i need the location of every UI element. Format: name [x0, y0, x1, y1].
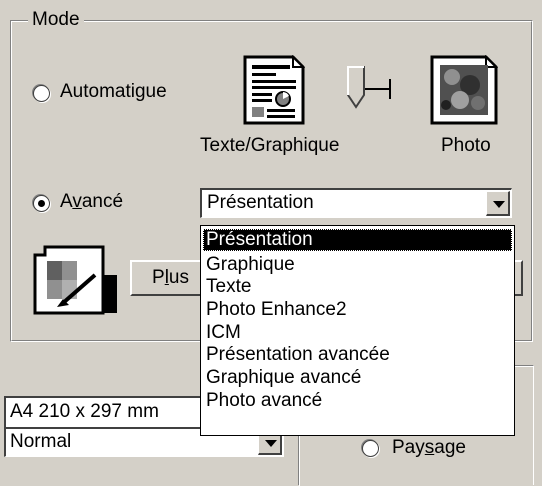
slider-icon[interactable]: [340, 65, 410, 115]
dropdown-option[interactable]: Présentation: [203, 229, 512, 251]
dropdown-option[interactable]: Texte: [203, 276, 512, 298]
dropdown-option[interactable]: Graphique avancé: [203, 367, 512, 389]
mode-combo[interactable]: Présentation: [200, 188, 512, 218]
paint-brush-icon[interactable]: [33, 245, 121, 315]
mode-combo-value: Présentation: [207, 192, 314, 213]
paper-size-value: A4 210 x 297 mm: [10, 401, 159, 422]
document-icon[interactable]: [243, 54, 306, 125]
automatique-label[interactable]: Automatigue: [60, 81, 167, 103]
dropdown-option[interactable]: Photo avancé: [203, 390, 512, 412]
mode-legend: Mode: [28, 8, 84, 32]
radio-paysage[interactable]: [362, 440, 379, 457]
radio-selected-dot: [38, 200, 45, 207]
combo-dropdown-button[interactable]: [486, 191, 510, 216]
avance-label[interactable]: Avancé: [60, 191, 123, 213]
mode-dropdown-list[interactable]: Présentation Graphique Texte Photo Enhan…: [200, 225, 515, 436]
chevron-down-icon: [493, 201, 505, 208]
dropdown-option[interactable]: Photo Enhance2: [203, 299, 512, 321]
radio-automatique[interactable]: [33, 85, 50, 102]
dropdown-option[interactable]: Graphique: [203, 254, 512, 276]
photo-label: Photo: [441, 135, 491, 156]
texte-graphique-label: Texte/Graphique: [200, 135, 340, 156]
dropdown-option[interactable]: ICM: [203, 322, 512, 344]
quality-value: Normal: [10, 431, 72, 452]
paysage-label[interactable]: Paysage: [392, 437, 466, 459]
photo-icon[interactable]: [430, 54, 499, 125]
chevron-down-icon: [265, 440, 277, 447]
dropdown-option[interactable]: Présentation avancée: [203, 344, 512, 366]
plus-button-label: Plus: [152, 267, 189, 288]
radio-avance[interactable]: [33, 195, 50, 212]
